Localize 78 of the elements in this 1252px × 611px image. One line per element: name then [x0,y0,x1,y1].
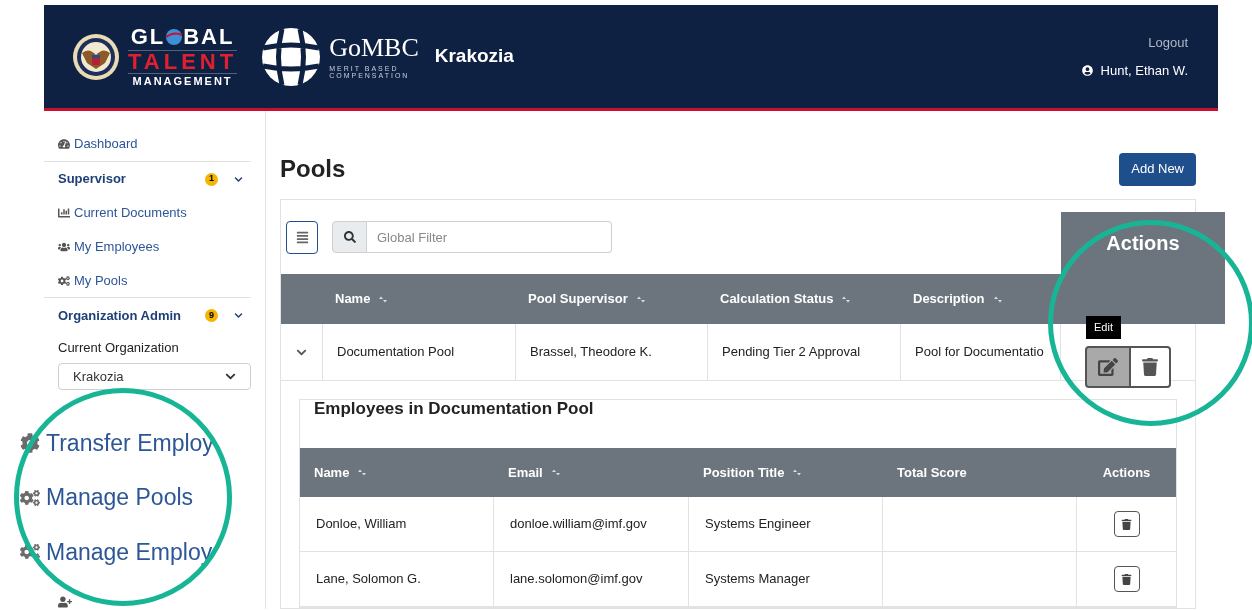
table-cell-text: Donloe, William [316,515,407,534]
gauge-icon [58,137,70,150]
collapse-toggle[interactable] [234,311,243,321]
sidebar-link[interactable]: My Pools [74,270,128,291]
gear-icon [20,433,40,454]
table-cell-text: lane.solomon@imf.gov [510,570,643,589]
table-cell-text: Systems Manager [705,570,810,589]
tooltip: Edit [1086,316,1121,339]
column-header[interactable]: Description [901,274,1061,324]
trash-icon [1141,358,1159,376]
column-header[interactable]: Position Title [689,448,883,497]
table-cell-text: Brassel, Theodore K. [530,343,652,362]
sort-icon [378,295,389,303]
section-heading: Supervisor [58,170,126,189]
column-toggle-button[interactable] [286,220,318,254]
sort-icon [992,295,1003,303]
seal-icon [72,32,120,81]
gears-icon [20,487,40,508]
user-plus-icon [58,595,72,609]
column-header: Actions [1101,463,1152,482]
sidebar-link[interactable]: Current Documents [74,203,187,223]
search-icon [343,231,356,243]
table-cell-text: donloe.william@imf.gov [510,515,647,534]
column-header[interactable]: Email [494,448,689,497]
list-icon [295,230,309,244]
page-title: Pools [280,154,346,184]
trash-icon [1121,573,1132,585]
brand-text: BAL [183,26,235,48]
sidebar-link[interactable]: My Employees [74,237,160,257]
count-badge: 1 [205,172,218,186]
table-cell-text: Documentation Pool [337,343,455,362]
bar-chart-icon [58,207,70,220]
gears-icon [58,274,70,287]
users-icon [58,240,70,253]
sidebar-link[interactable]: Transfer Employ [46,425,214,461]
brand-text: GL [130,26,166,48]
sort-icon [841,295,852,303]
section-heading: Organization Admin [58,307,182,325]
logout-link[interactable]: Logout [1148,33,1188,53]
collapse-toggle[interactable] [234,174,243,184]
column-header[interactable]: Name [300,448,494,497]
user-icon [1081,64,1093,76]
brand-text: MANAGEMENT [132,76,233,87]
column-header[interactable]: Pool Supervisor [516,274,708,324]
edit-button[interactable] [1085,346,1131,388]
add-new-button[interactable]: Add New [1119,152,1196,186]
table-cell-text: Pending Tier 2 Approval [722,343,861,362]
sort-icon [792,469,803,476]
organization-name: Krakozia [434,44,514,69]
table-cell-text: Pool for Documentatio [915,343,1044,362]
app-name: GoMBC [329,34,419,61]
delete-button[interactable] [1113,511,1140,537]
delete-button[interactable] [1131,346,1171,388]
column-header: Actions [1061,212,1225,324]
field-label: Current Organization [58,339,179,358]
column-header[interactable]: Calculation Status [708,274,901,324]
sort-icon [550,469,561,476]
edit-icon [1098,357,1118,377]
sort-icon [357,469,368,476]
table-cell-text: Lane, Solomon G. [316,570,421,589]
sidebar-link[interactable]: Dashboard [74,134,138,154]
globe-icon [165,28,184,46]
count-badge: 9 [205,309,218,323]
search-field[interactable]: Global Filter [367,221,612,253]
user-name: Hunt, Ethan W. [1100,61,1188,80]
gears-icon [20,542,40,562]
organization-select[interactable]: Krakozia [58,362,251,390]
column-header: Total Score [896,463,968,482]
panel-title: Employees in Documentation Pool [314,400,595,420]
globe-logo-icon [261,26,322,87]
sidebar-link[interactable]: Manage Pools [46,480,194,515]
column-header[interactable]: Name [323,274,516,324]
trash-icon [1121,518,1132,530]
sort-icon [635,295,646,303]
brand-text: TALENT [128,50,238,74]
sidebar-link[interactable]: Manage Employ [46,534,213,570]
table-cell-text: Systems Engineer [705,515,811,534]
delete-button[interactable] [1113,566,1140,592]
